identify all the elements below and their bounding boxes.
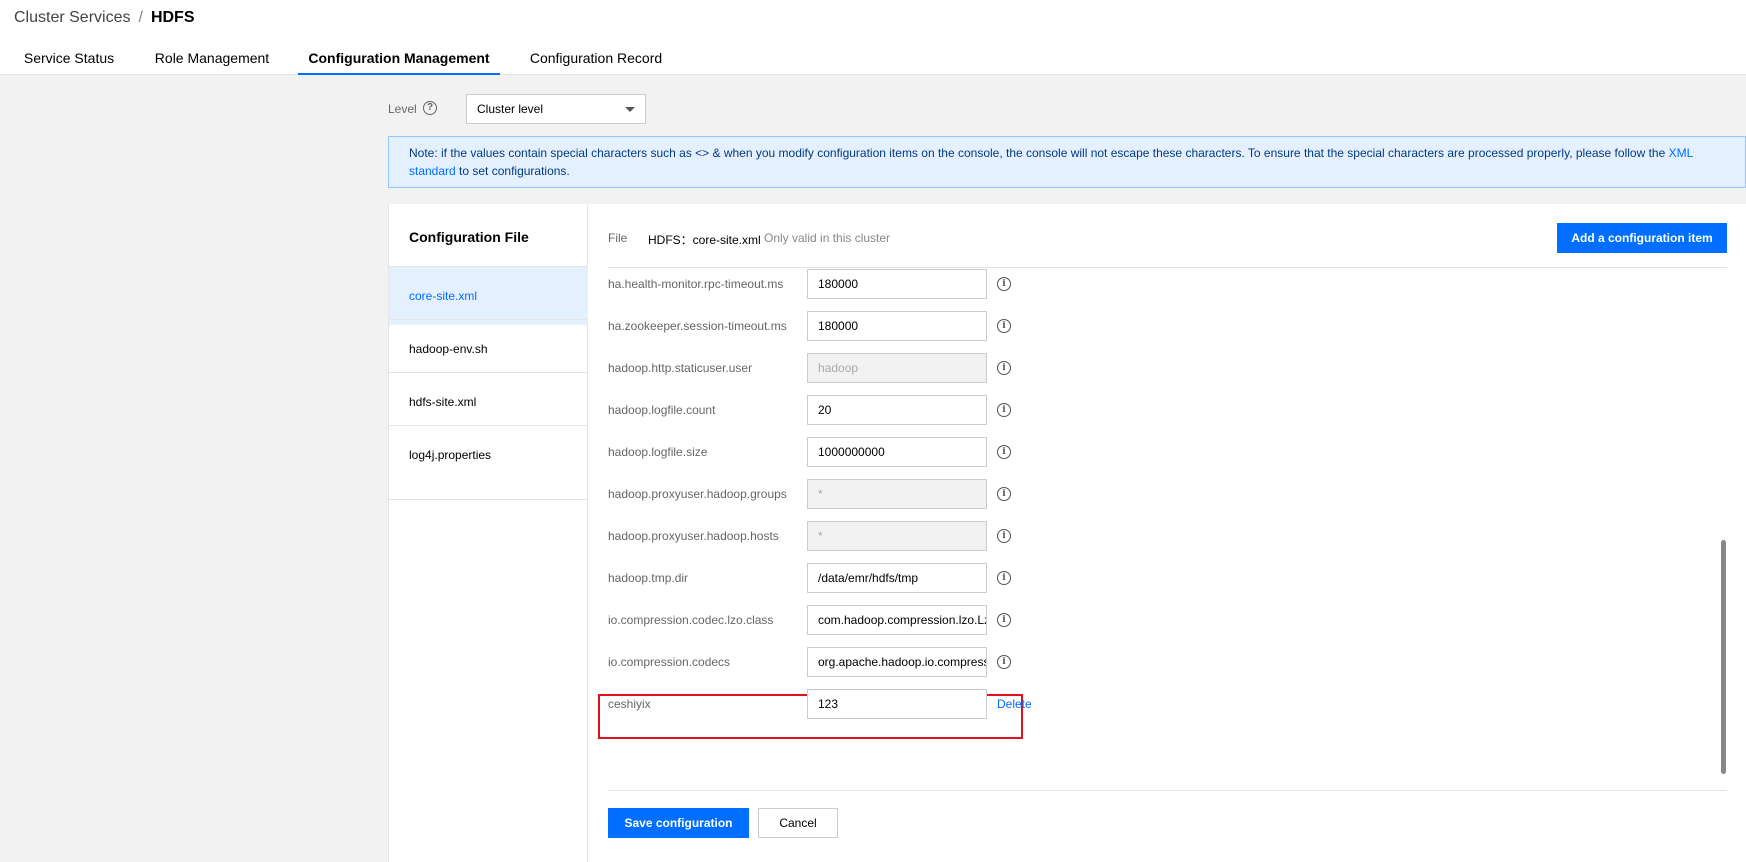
save-configuration-button[interactable]: Save configuration [608,808,749,838]
file-note: Only valid in this cluster [764,231,891,245]
tab-configuration-record[interactable]: Configuration Record [522,50,670,75]
file-item-log4j[interactable]: log4j.properties [389,425,588,484]
file-name: HDFS：core-site.xml [648,233,761,247]
file-item-hadoop-env[interactable]: hadoop-env.sh [389,319,588,378]
note-suffix: to set configurations. [455,164,570,178]
page-header: Cluster Services / HDFS Service Status Rol… [0,0,1746,75]
config-key: hadoop.proxyuser.hadoop.groups [608,487,787,501]
scrollbar[interactable] [1721,540,1726,774]
info-icon[interactable]: i [997,487,1011,501]
config-key: hadoop.logfile.count [608,403,716,417]
config-key: hadoop.logfile.size [608,445,708,459]
file-item-hdfs-site[interactable]: hdfs-site.xml [389,372,588,431]
info-icon[interactable]: i [997,361,1011,375]
config-key: hadoop.tmp.dir [608,571,689,585]
tab-role-management[interactable]: Role Management [144,50,280,75]
tab-service-status[interactable]: Service Status [14,50,124,75]
info-icon[interactable]: i [997,403,1011,417]
config-key: ceshiyix [608,697,651,711]
config-value-input: hadoop [807,353,987,383]
footer-divider [608,790,1727,791]
breadcrumb-current: HDFS [150,9,195,26]
config-value-input: * [807,479,987,509]
config-value-input[interactable]: com.hadoop.compression.lzo.LzoCodec [807,605,987,635]
config-file-list: Configuration File core-site.xml hadoop-… [388,204,588,862]
file-list-divider [389,499,588,500]
config-value-input[interactable]: 180000 [807,269,987,299]
config-key: io.compression.codecs [608,655,731,669]
info-icon[interactable]: i [997,655,1011,669]
config-content: File HDFS：core-site.xml Only valid in th… [588,204,1746,862]
config-value-input[interactable]: 123 [807,689,987,719]
help-icon[interactable]: ? [423,101,437,115]
level-select-value: Cluster level [477,102,544,116]
config-key: io.compression.codec.lzo.class [608,613,774,627]
breadcrumb: Cluster Services / HDFS [14,9,195,27]
info-icon[interactable]: i [997,277,1011,291]
config-panel: Configuration File core-site.xml hadoop-… [388,204,1746,862]
info-icon[interactable]: i [997,613,1011,627]
cancel-button[interactable]: Cancel [758,808,838,838]
config-value-input[interactable]: /data/emr/hdfs/tmp [807,563,987,593]
breadcrumb-parent[interactable]: Cluster Services [14,9,130,26]
config-value-input: * [807,521,987,551]
config-value-input[interactable]: 180000 [807,311,987,341]
config-value-input[interactable]: org.apache.hadoop.io.compress.GzipCodec [807,647,987,677]
breadcrumb-separator: / [138,9,143,26]
info-icon[interactable]: i [997,529,1011,543]
file-item-core-site[interactable]: core-site.xml [389,266,588,325]
info-icon[interactable]: i [997,445,1011,459]
config-key: hadoop.http.staticuser.user [608,361,753,375]
content-divider [608,267,1727,268]
note-text: Note: if the values contain special char… [409,146,1669,160]
config-file-title: Configuration File [409,229,529,245]
xml-link[interactable]: XML [1669,146,1694,160]
config-value-input[interactable]: 1000000000 [807,437,987,467]
config-key: hadoop.proxyuser.hadoop.hosts [608,529,779,543]
note-banner: Note: if the values contain special char… [388,136,1746,188]
level-select[interactable]: Cluster level [466,94,646,124]
info-icon[interactable]: i [997,571,1011,585]
config-value-input[interactable]: 20 [807,395,987,425]
config-key: ha.zookeeper.session-timeout.ms [608,319,787,333]
delete-link[interactable]: Delete [997,697,1032,711]
file-label: File [608,231,628,245]
level-label: Level [388,102,417,116]
add-config-item-button[interactable]: Add a configuration item [1557,223,1727,253]
page-body: Level ? Cluster level Note: if the value… [0,75,1746,862]
config-key: ha.health-monitor.rpc-timeout.ms [608,277,784,291]
standard-link[interactable]: standard [409,164,456,178]
tab-configuration-management[interactable]: Configuration Management [298,50,500,75]
chevron-down-icon [625,107,635,112]
info-icon[interactable]: i [997,319,1011,333]
